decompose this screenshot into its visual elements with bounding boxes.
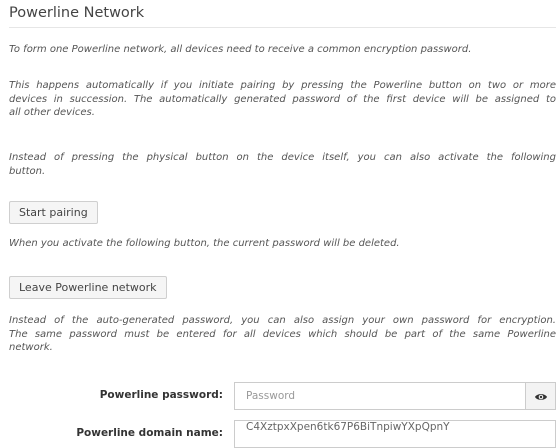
password-input[interactable] — [235, 383, 555, 409]
domain-field-wrapper — [234, 420, 556, 448]
custom-password-line-2: The same password must be entered for al… — [9, 328, 556, 340]
section-title: Powerline Network — [9, 5, 145, 21]
activate-line-1: Instead of pressing the physical button … — [9, 152, 556, 163]
password-field-wrapper — [234, 382, 556, 410]
start-pairing-button[interactable]: Start pairing — [9, 201, 98, 224]
title-divider — [9, 27, 556, 28]
password-delete-notice: When you activate the following button, … — [9, 237, 556, 251]
custom-password-paragraph: Instead of the auto-generated password, … — [9, 314, 556, 355]
domain-name-label: Powerline domain name: — [76, 427, 223, 439]
notice-line: When you activate the following button, … — [9, 238, 400, 249]
domain-name-input[interactable] — [235, 421, 555, 440]
auto-pairing-line-3: all other devices. — [9, 107, 95, 118]
intro-paragraph: To form one Powerline network, all devic… — [9, 43, 556, 57]
activate-line-2: button. — [9, 165, 46, 177]
password-label: Powerline password: — [99, 389, 223, 401]
activate-button-paragraph: Instead of pressing the physical button … — [9, 151, 556, 178]
auto-pairing-line-2: devices in succession. The automatically… — [9, 93, 556, 105]
custom-password-line-3: network. — [9, 342, 53, 353]
intro-line: To form one Powerline network, all devic… — [9, 44, 472, 55]
powerline-network-panel: Powerline Network To form one Powerline … — [0, 0, 556, 448]
auto-pairing-line-1: This happens automatically if you initia… — [9, 80, 556, 91]
toggle-password-visibility-button[interactable] — [525, 383, 555, 409]
eye-icon — [534, 387, 548, 406]
auto-pairing-paragraph: This happens automatically if you initia… — [9, 79, 556, 120]
custom-password-line-1: Instead of the auto-generated password, … — [9, 315, 556, 326]
leave-network-button[interactable]: Leave Powerline network — [9, 276, 167, 299]
